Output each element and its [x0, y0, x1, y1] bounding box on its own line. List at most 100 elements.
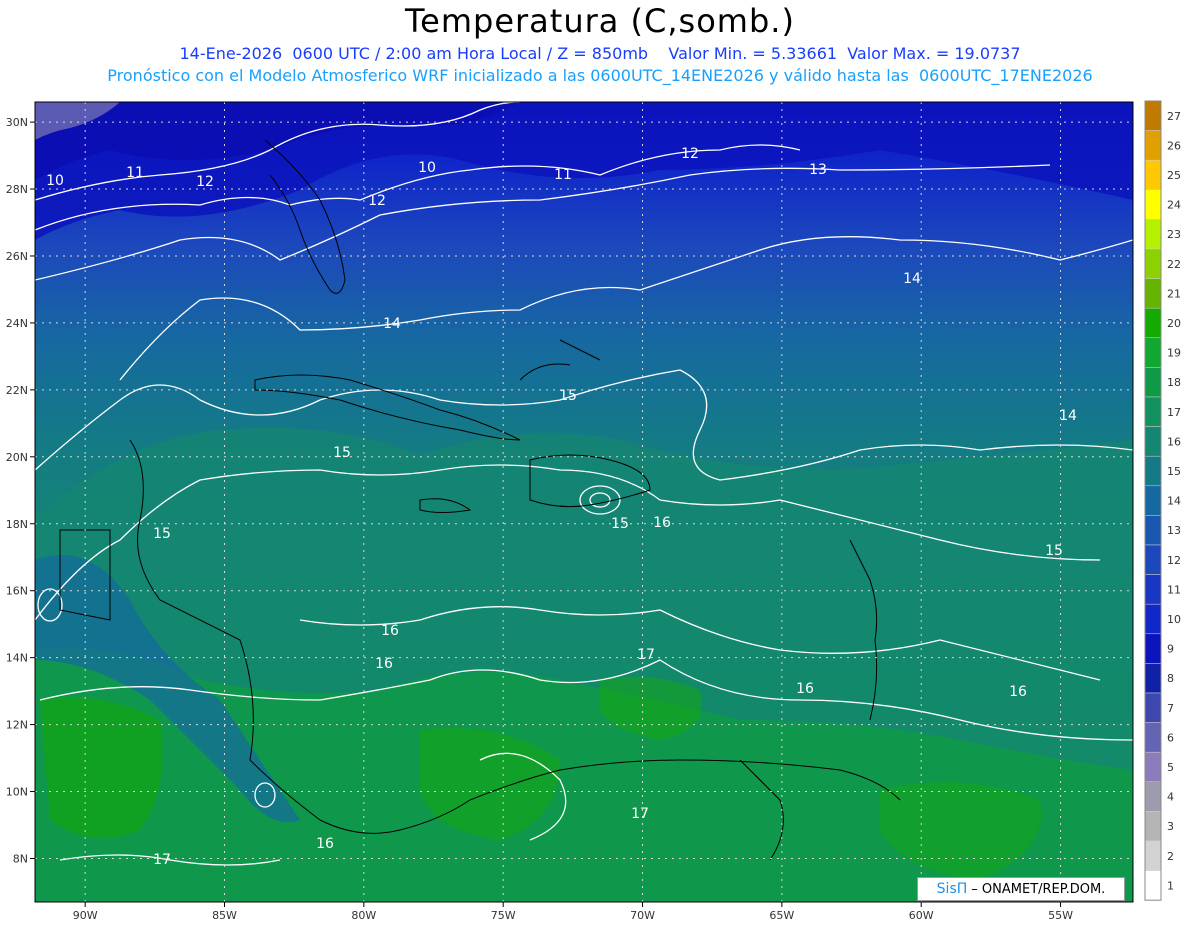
- contour-label: 17: [637, 647, 655, 663]
- contour-label: 15: [611, 516, 629, 532]
- lon-label: 65W: [769, 909, 794, 922]
- colorbar-swatch: [1144, 307, 1162, 339]
- colorbar-swatch: [1144, 515, 1162, 546]
- lon-label: 75W: [491, 909, 516, 922]
- contour-label: 11: [554, 167, 572, 183]
- colorbar-level-label: 24: [1167, 199, 1181, 212]
- lat-label: 30N: [6, 116, 28, 129]
- colorbar-swatch: [1144, 189, 1162, 220]
- colorbar-swatch: [1144, 870, 1162, 901]
- colorbar-swatch: [1144, 159, 1162, 191]
- colorbar-level-label: 6: [1167, 731, 1174, 744]
- lat-label: 18N: [6, 518, 28, 531]
- colorbar-swatch: [1144, 455, 1162, 487]
- onamet-credit: – ONAMET/REP.DOM.: [971, 881, 1106, 897]
- contour-label: 12: [681, 146, 699, 162]
- contour-label: 16: [653, 515, 671, 531]
- colorbar-swatch: [1144, 248, 1162, 279]
- contour-label: 15: [153, 526, 171, 542]
- contour-label: 16: [1009, 684, 1027, 700]
- colorbar-level-label: 10: [1167, 613, 1181, 626]
- latitude-labels: 30N 28N 26N 24N 22N 20N 18N 16N 14N 12N 10N 8N: [6, 116, 35, 865]
- colorbar-swatch: [1144, 840, 1162, 871]
- contour-label: 12: [368, 193, 386, 209]
- colorbar-level-label: 3: [1167, 820, 1174, 833]
- colorbar-swatch: [1144, 722, 1162, 753]
- contour-label: 10: [46, 173, 64, 189]
- lat-label: 14N: [6, 652, 28, 665]
- sispi-brand: SisΠ: [936, 881, 968, 897]
- lat-label: 16N: [6, 585, 28, 598]
- contour-label: 16: [375, 656, 393, 672]
- colorbar-level-label: 13: [1167, 524, 1181, 537]
- colorbar-swatch: [1144, 396, 1162, 427]
- longitude-labels: 90W 85W 80W 75W 70W 65W 60W 55W: [73, 902, 1073, 922]
- lat-label: 26N: [6, 250, 28, 263]
- colorbar-swatch: [1144, 485, 1162, 516]
- lat-label: 24N: [6, 317, 28, 330]
- sispi-logo-box: SisΠ – ONAMET/REP.DOM.: [917, 877, 1125, 901]
- colorbar-swatch: [1144, 781, 1162, 812]
- contour-label: 14: [1059, 408, 1077, 424]
- contour-label: 12: [196, 174, 214, 190]
- colorbar-level-label: 1: [1167, 879, 1174, 892]
- colorbar-level-label: 18: [1167, 376, 1181, 389]
- colorbar-level-label: 5: [1167, 761, 1174, 774]
- colorbar-swatch: [1144, 367, 1162, 398]
- colorbar-level-label: 26: [1167, 139, 1181, 152]
- lat-label: 12N: [6, 719, 28, 732]
- colorbar-swatch: [1144, 633, 1162, 664]
- contour-label: 16: [316, 836, 334, 852]
- colorbar: 2726252423222120191817161514131211109876…: [1144, 100, 1181, 901]
- colorbar-swatch: [1144, 692, 1162, 723]
- lon-label: 55W: [1048, 909, 1073, 922]
- temperature-field: [35, 102, 1133, 902]
- colorbar-level-label: 25: [1167, 169, 1181, 182]
- colorbar-level-label: 11: [1167, 583, 1181, 596]
- contour-label: 15: [333, 445, 351, 461]
- lon-label: 60W: [909, 909, 934, 922]
- colorbar-level-label: 21: [1167, 287, 1181, 300]
- lat-label: 22N: [6, 384, 28, 397]
- lat-label: 10N: [6, 786, 28, 799]
- colorbar-swatch: [1144, 100, 1162, 131]
- contour-label: 14: [383, 316, 401, 332]
- colorbar-level-label: 20: [1167, 317, 1181, 330]
- colorbar-swatch: [1144, 278, 1162, 309]
- lat-label: 28N: [6, 183, 28, 196]
- lat-label: 20N: [6, 451, 28, 464]
- colorbar-level-label: 22: [1167, 258, 1181, 271]
- contour-label: 14: [903, 271, 921, 287]
- contour-label: 17: [153, 852, 171, 868]
- contour-label: 15: [1045, 543, 1063, 559]
- contour-label: 16: [381, 623, 399, 639]
- colorbar-swatch: [1144, 426, 1162, 457]
- colorbar-swatch: [1144, 337, 1162, 368]
- colorbar-swatch: [1144, 751, 1162, 783]
- temperature-map: 30N 28N 26N 24N 22N 20N 18N 16N 14N 12N 10N 8N 90W 8…: [6, 100, 1181, 922]
- contour-label: 15: [559, 388, 577, 404]
- colorbar-swatch: [1144, 663, 1162, 694]
- colorbar-swatch: [1144, 574, 1162, 605]
- colorbar-level-label: 16: [1167, 435, 1181, 448]
- lon-label: 80W: [351, 909, 376, 922]
- contour-label: 11: [126, 165, 144, 181]
- colorbar-level-label: 8: [1167, 672, 1174, 685]
- colorbar-level-label: 7: [1167, 702, 1174, 715]
- colorbar-level-label: 4: [1167, 791, 1174, 804]
- colorbar-swatch: [1144, 603, 1162, 635]
- colorbar-level-label: 9: [1167, 643, 1174, 656]
- colorbar-swatch: [1144, 219, 1162, 250]
- lon-label: 70W: [630, 909, 655, 922]
- colorbar-level-label: 19: [1167, 347, 1181, 360]
- colorbar-level-label: 12: [1167, 554, 1181, 567]
- lon-label: 90W: [73, 909, 98, 922]
- colorbar-level-label: 17: [1167, 406, 1181, 419]
- colorbar-swatch: [1144, 811, 1162, 842]
- lon-label: 85W: [212, 909, 237, 922]
- colorbar-level-label: 27: [1167, 110, 1181, 123]
- colorbar-level-label: 23: [1167, 228, 1181, 241]
- colorbar-level-label: 2: [1167, 850, 1174, 863]
- contour-label: 17: [631, 806, 649, 822]
- contour-label: 13: [809, 162, 827, 178]
